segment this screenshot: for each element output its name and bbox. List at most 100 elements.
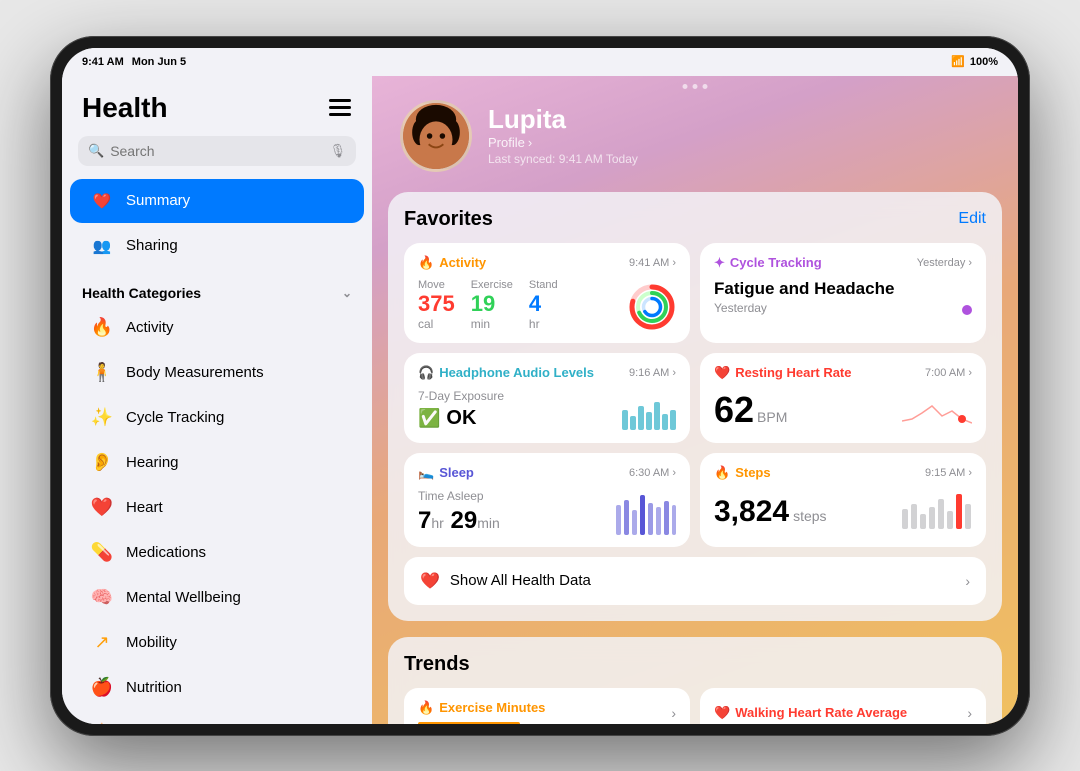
trend-heart-rate-average[interactable]: ❤️ Walking Heart Rate Average ›: [700, 688, 986, 724]
favorites-title-row: Favorites Edit: [404, 208, 986, 231]
cards-grid: 🔥 Activity 9:41 AM › Move: [404, 243, 986, 547]
steps-unit: steps: [793, 508, 826, 524]
show-all-row[interactable]: ❤️ Show All Health Data ›: [404, 557, 986, 605]
sidebar-item-mobility[interactable]: ↗ Mobility: [70, 621, 364, 665]
headphone-chart: [622, 394, 676, 430]
cycle-sub-label: Yesterday: [714, 301, 894, 315]
trend-exercise-chevron-icon: ›: [671, 705, 676, 721]
steps-card-title: 🔥 Steps: [714, 465, 771, 481]
cycle-card-body: Fatigue and Headache Yesterday: [714, 279, 972, 315]
activity-card-title: 🔥 Activity: [418, 255, 486, 271]
ipad-screen: 9:41 AM Mon Jun 5 📶 100% Health: [62, 48, 1018, 724]
sidebar-item-hearing[interactable]: 👂 Hearing: [70, 441, 364, 485]
search-input[interactable]: [110, 143, 323, 159]
sidebar-item-activity[interactable]: 🔥 Activity: [70, 306, 364, 350]
profile-link[interactable]: Profile ›: [488, 135, 638, 150]
show-all-label: Show All Health Data: [450, 572, 955, 589]
favorites-section: Favorites Edit 🔥 Activity 9:41 AM: [388, 192, 1002, 621]
window-dots: [683, 84, 708, 89]
steps-card-time: 9:15 AM ›: [925, 467, 972, 479]
sleep-card[interactable]: 🛌 Sleep 6:30 AM › Time Asleep: [404, 453, 690, 547]
search-bar[interactable]: 🔍 🎙: [78, 136, 356, 166]
heart-label: Heart: [126, 499, 163, 516]
sleep-value-container: Time Asleep 7hr 29min: [418, 489, 500, 535]
heart-rate-card-header: ❤️ Resting Heart Rate 7:00 AM ›: [714, 365, 972, 381]
battery-icon: 100%: [970, 56, 998, 68]
status-left: 9:41 AM Mon Jun 5: [82, 56, 186, 68]
sidebar-toggle-icon[interactable]: [328, 96, 352, 120]
steps-card[interactable]: 🔥 Steps 9:15 AM › 3,824 steps: [700, 453, 986, 547]
headphone-card-body: 7-Day Exposure ✅ OK: [418, 389, 676, 430]
avatar: [400, 100, 472, 172]
stand-label: Stand: [529, 279, 558, 291]
steps-chevron-icon: ›: [968, 467, 972, 479]
move-value: 375: [418, 291, 455, 317]
activity-icon: 🔥: [90, 316, 114, 340]
mic-icon[interactable]: 🎙: [329, 143, 346, 159]
trend-exercise-minutes[interactable]: 🔥 Exercise Minutes ›: [404, 688, 690, 724]
cycle-dot-indicator: [962, 305, 972, 315]
trend-exercise-bar: [418, 722, 520, 724]
move-stat: Move 375 cal: [418, 279, 455, 331]
summary-label: Summary: [126, 192, 190, 209]
sidebar-item-mental-wellbeing[interactable]: 🧠 Mental Wellbeing: [70, 576, 364, 620]
activity-card[interactable]: 🔥 Activity 9:41 AM › Move: [404, 243, 690, 343]
exercise-label: Exercise: [471, 279, 513, 291]
activity-card-header: 🔥 Activity 9:41 AM ›: [418, 255, 676, 271]
respiratory-icon: 🫁: [90, 721, 114, 724]
exposure-label: 7-Day Exposure: [418, 389, 504, 403]
trend-exercise-title: 🔥 Exercise Minutes: [418, 700, 545, 716]
profile-info: Lupita Profile › Last synced: 9:41 AM To…: [488, 100, 638, 166]
activity-stats: Move 375 cal Exercise: [418, 279, 558, 331]
categories-header: Health Categories ⌄: [62, 277, 372, 305]
cycle-info: Fatigue and Headache Yesterday: [714, 279, 894, 315]
bpm-unit: BPM: [757, 409, 787, 425]
trends-row: 🔥 Exercise Minutes › ❤️ Walking Heart Ra…: [404, 688, 986, 724]
trend-heart-title: ❤️ Walking Heart Rate Average: [714, 705, 907, 721]
medications-label: Medications: [126, 544, 206, 561]
nav-item-summary[interactable]: ❤️ Summary: [70, 179, 364, 223]
edit-button[interactable]: Edit: [958, 210, 986, 228]
nav-item-sharing[interactable]: 👥 Sharing: [70, 224, 364, 268]
profile-sync: Last synced: 9:41 AM Today: [488, 152, 638, 166]
trend-heart-info: ❤️ Walking Heart Rate Average: [714, 705, 907, 721]
mobility-icon: ↗: [90, 631, 114, 655]
favorites-title: Favorites: [404, 208, 493, 231]
sidebar-item-medications[interactable]: 💊 Medications: [70, 531, 364, 575]
sleep-card-body: Time Asleep 7hr 29min: [418, 489, 676, 535]
status-time: 9:41 AM: [82, 56, 124, 68]
sleep-chart: [616, 495, 676, 535]
profile-chevron-icon: ›: [528, 135, 532, 150]
search-icon: 🔍: [88, 143, 104, 159]
show-all-chevron-icon: ›: [965, 573, 970, 589]
trends-title-row: Trends: [404, 653, 986, 676]
mental-label: Mental Wellbeing: [126, 589, 241, 606]
steps-chart: [902, 489, 972, 529]
profile-header: Lupita Profile › Last synced: 9:41 AM To…: [372, 76, 1018, 192]
cycle-tracking-card[interactable]: ✦ Cycle Tracking Yesterday › Fatigue and…: [700, 243, 986, 343]
activity-ring: [628, 283, 676, 331]
heart-rate-card[interactable]: ❤️ Resting Heart Rate 7:00 AM › 62: [700, 353, 986, 443]
activity-card-time: 9:41 AM ›: [629, 257, 676, 269]
sharing-icon: 👥: [90, 234, 114, 258]
stand-value: 4: [529, 291, 558, 317]
sidebar-item-cycle-tracking[interactable]: ✨ Cycle Tracking: [70, 396, 364, 440]
sidebar-item-heart[interactable]: ❤️ Heart: [70, 486, 364, 530]
stand-unit: hr: [529, 317, 558, 331]
ok-badge: ✅ OK: [418, 407, 504, 430]
app-container: Health 🔍 🎙: [62, 76, 1018, 724]
sidebar-item-body-measurements[interactable]: 🧍 Body Measurements: [70, 351, 364, 395]
headphone-chevron-icon: ›: [672, 367, 676, 379]
heart-rate-chart: [902, 391, 972, 431]
sidebar-item-nutrition[interactable]: 🍎 Nutrition: [70, 666, 364, 710]
sleep-card-time: 6:30 AM ›: [629, 467, 676, 479]
ok-check-icon: ✅: [418, 408, 440, 429]
show-all-heart-icon: ❤️: [420, 571, 440, 591]
heart-icon: ❤️: [90, 189, 114, 213]
hearing-icon: 👂: [90, 451, 114, 475]
cycle-icon: ✨: [90, 406, 114, 430]
sidebar-item-respiratory[interactable]: 🫁 Respiratory: [70, 711, 364, 724]
heart-rate-chevron-icon: ›: [968, 367, 972, 379]
headphone-card[interactable]: 🎧 Headphone Audio Levels 9:16 AM › 7-Day…: [404, 353, 690, 443]
mental-icon: 🧠: [90, 586, 114, 610]
